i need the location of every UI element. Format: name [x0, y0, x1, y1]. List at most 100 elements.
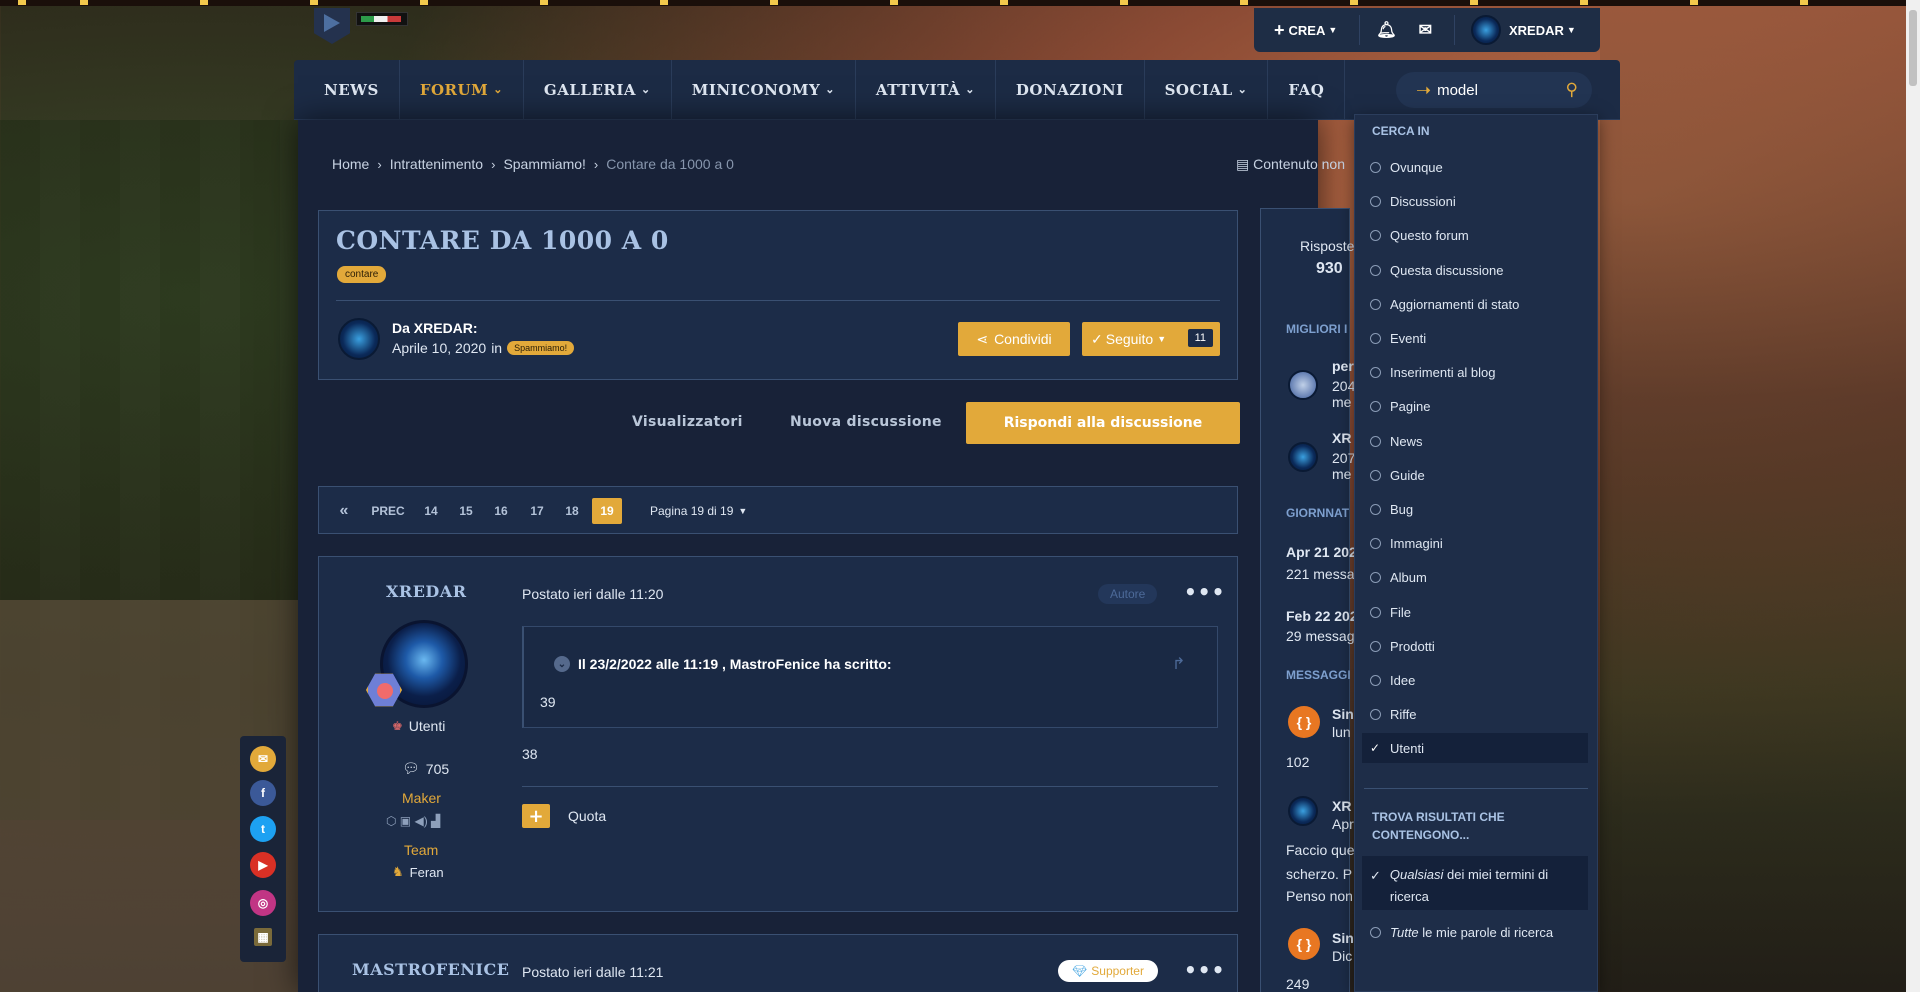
new-topic-button[interactable]: Nuova discussione — [790, 414, 942, 430]
facebook-icon[interactable]: f — [250, 780, 276, 806]
avatar[interactable] — [1288, 442, 1318, 472]
prev-page-button[interactable]: PREC — [370, 498, 406, 524]
avatar[interactable] — [338, 318, 380, 360]
create-button[interactable]: + CREA ▼ — [1274, 20, 1337, 41]
search-scope-option[interactable]: Prodotti — [1362, 631, 1588, 661]
popular-days-heading: GIORNNAT — [1286, 506, 1350, 520]
popular-day[interactable]: Feb 22 202 — [1286, 608, 1358, 624]
quote-body: 39 — [540, 694, 556, 710]
radio-icon — [1370, 469, 1381, 481]
breadcrumb-intrattenimento[interactable]: Intrattenimento — [390, 156, 483, 172]
share-button[interactable]: ⋖ Condividi — [958, 322, 1070, 356]
popular-day[interactable]: Apr 21 202 — [1286, 544, 1357, 560]
quote-header[interactable]: ⌄ Il 23/2/2022 alle 11:19 , MastroFenice … — [554, 656, 892, 672]
search-scope-option[interactable]: Aggiornamenti di stato — [1362, 289, 1588, 319]
twitter-icon[interactable]: t — [250, 816, 276, 842]
comment-icon: 💬︎ — [402, 760, 420, 776]
search-scope-option[interactable]: Eventi — [1362, 323, 1588, 353]
first-page-icon[interactable]: « — [334, 498, 354, 524]
chevron-down-icon: ⌄ — [641, 83, 651, 96]
search-scope-option[interactable]: Questo forum — [1362, 220, 1588, 250]
search-scope-option[interactable]: Questa discussione — [1362, 255, 1588, 285]
search-scope-option[interactable]: Bug — [1362, 494, 1588, 524]
site-logo[interactable] — [306, 8, 430, 48]
quote-button[interactable]: Quota — [568, 808, 606, 824]
radio-icon — [1370, 708, 1381, 720]
viewers-button[interactable]: Visualizzatori — [632, 414, 743, 430]
nav-faq[interactable]: FAQ — [1268, 59, 1346, 120]
radio-icon — [1370, 537, 1381, 549]
nav-social[interactable]: SOCIAL ⌄ — [1145, 59, 1269, 120]
nav-galleria[interactable]: GALLERIA ⌄ — [524, 59, 672, 120]
search-all-terms-option[interactable]: Tutte le mie parole di ricerca — [1362, 914, 1588, 946]
more-options-icon[interactable]: ••• — [1184, 958, 1225, 982]
reply-button[interactable]: Rispondi alla discussione — [966, 402, 1240, 444]
nav-miniconomy[interactable]: MINICONOMY ⌄ — [672, 59, 856, 120]
breadcrumb: Home › Intrattenimento › Spammiamo! › Conta… — [332, 156, 734, 172]
multiquote-plus-icon[interactable]: + — [522, 804, 550, 828]
search-scope-label: Bug — [1390, 501, 1414, 517]
youtube-icon[interactable]: ▶ — [250, 852, 276, 878]
radio-icon — [1370, 674, 1381, 686]
post-author[interactable]: MASTROFENICE — [352, 960, 509, 979]
radio-icon — [1370, 332, 1381, 344]
search-scope-option[interactable]: Guide — [1362, 460, 1588, 490]
breadcrumb-home[interactable]: Home — [332, 156, 369, 172]
post-author-name[interactable]: Sin — [1332, 706, 1354, 722]
search-scope-option[interactable]: Ovunque — [1362, 152, 1588, 182]
page-link[interactable]: 18 — [561, 498, 583, 524]
arrow-right-icon[interactable]: ➝ — [1416, 80, 1431, 101]
search-any-terms-option[interactable]: ✓ Qualsiasi dei miei termini di ricerca — [1362, 856, 1588, 910]
nav-attivita[interactable]: ATTIVITÀ ⌄ — [856, 59, 996, 120]
page-jump-dropdown[interactable]: Pagina 19 di 19 ▼ — [650, 498, 747, 524]
code-icon: { } — [1288, 928, 1320, 960]
search-scope-option[interactable]: ✓ Utenti — [1362, 733, 1588, 763]
search-scope-label: File — [1390, 604, 1411, 620]
search-scope-option[interactable]: File — [1362, 597, 1588, 627]
search-icon[interactable]: ⚲ — [1566, 80, 1578, 100]
forum-tag[interactable]: Spammiamo! — [507, 341, 575, 355]
craft-icon[interactable]: ▦ — [254, 928, 272, 946]
envelope-icon[interactable]: ✉ — [250, 746, 276, 772]
username: XREDAR — [1509, 22, 1564, 38]
page-link[interactable]: 17 — [526, 498, 548, 524]
search-scope-option[interactable]: Pagine — [1362, 391, 1588, 421]
avatar[interactable] — [1288, 370, 1318, 400]
search-scope-option[interactable]: Discussioni — [1362, 186, 1588, 216]
nav-forum[interactable]: FORUM ⌄ — [400, 59, 524, 120]
quote-link-icon[interactable]: ↱ — [1172, 654, 1185, 674]
chevron-down-icon[interactable]: ⌄ — [554, 656, 570, 672]
post-author-name[interactable]: XR — [1332, 798, 1351, 814]
nav-news[interactable]: NEWS — [304, 59, 400, 120]
post — [318, 556, 1238, 912]
post-author-name[interactable]: Sin — [1332, 930, 1354, 946]
follow-button[interactable]: ✓ Seguito ▼ 11 — [1082, 322, 1220, 356]
thread-tag[interactable]: contare — [337, 266, 387, 283]
search-scope-option[interactable]: Immagini — [1362, 528, 1588, 558]
search-scope-label: Inserimenti al blog — [1390, 364, 1496, 380]
more-options-icon[interactable]: ••• — [1184, 580, 1225, 604]
search-scope-option[interactable]: Idee — [1362, 665, 1588, 695]
list-icon: ▤ — [1236, 156, 1250, 172]
thread-author[interactable]: Da XREDAR: — [392, 320, 478, 336]
bell-icon[interactable]: 🔔︎ — [1376, 20, 1396, 40]
scrollbar[interactable] — [1906, 0, 1920, 992]
search-scope-option[interactable]: Inserimenti al blog — [1362, 357, 1588, 387]
nav-donazioni[interactable]: DONAZIONI — [996, 59, 1145, 120]
envelope-icon[interactable]: ✉ — [1419, 20, 1432, 40]
page-link[interactable]: 15 — [455, 498, 477, 524]
search-scope-label: Questo forum — [1390, 227, 1469, 243]
breadcrumb-spammiamo[interactable]: Spammiamo! — [503, 156, 585, 172]
page-link[interactable]: 16 — [490, 498, 512, 524]
user-menu[interactable]: XREDAR ▼ — [1471, 15, 1576, 45]
search-scope-option[interactable]: News — [1362, 426, 1588, 456]
page-link[interactable]: 14 — [420, 498, 442, 524]
search-scope-option[interactable]: Album — [1362, 562, 1588, 592]
post-author[interactable]: XREDAR — [386, 582, 467, 601]
avatar[interactable] — [1288, 796, 1318, 826]
top-poster-name[interactable]: XR — [1332, 430, 1351, 446]
instagram-icon[interactable]: ◎ — [250, 890, 276, 916]
unread-content-link[interactable]: ▤ Contenuto non — [1236, 156, 1345, 173]
search-scope-option[interactable]: Riffe — [1362, 699, 1588, 729]
top-poster-name[interactable]: per — [1332, 358, 1354, 374]
